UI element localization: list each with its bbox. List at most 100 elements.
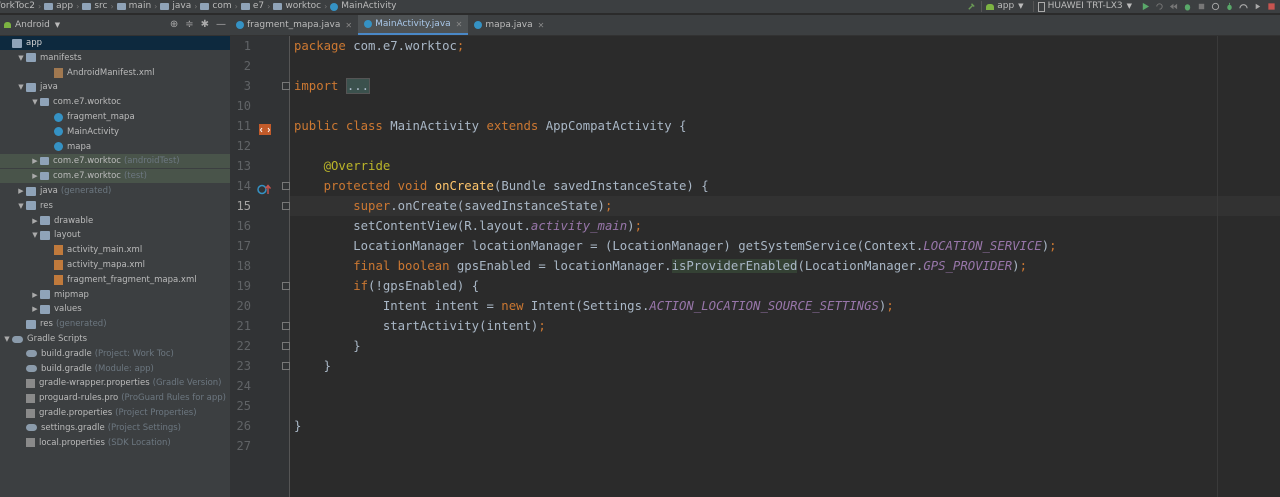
folded-imports[interactable]: ... bbox=[345, 78, 371, 94]
override-method-icon[interactable] bbox=[257, 180, 272, 195]
tree-item[interactable]: ▶ com.e7.worktoc (androidTest) bbox=[0, 154, 230, 169]
gauge-icon[interactable] bbox=[1239, 2, 1248, 11]
tree-item[interactable]: build.gradle (Module: app) bbox=[0, 362, 230, 376]
tree-item[interactable]: ▼ com.e7.worktoc bbox=[0, 95, 230, 109]
tree-item[interactable]: ▼ Gradle Scripts bbox=[0, 332, 230, 346]
attach-debugger-icon[interactable] bbox=[1225, 2, 1234, 11]
tree-item[interactable]: ▶ java (generated) bbox=[0, 184, 230, 198]
expand-arrow-icon[interactable]: ▼ bbox=[2, 335, 12, 343]
collapse-arrow-icon[interactable]: ▶ bbox=[30, 157, 40, 165]
editor-tab[interactable]: mapa.java ✕ bbox=[468, 15, 550, 35]
tree-item[interactable]: mapa bbox=[0, 140, 230, 154]
tree-item[interactable]: activity_main.xml bbox=[0, 243, 230, 257]
debug-icon[interactable] bbox=[1183, 2, 1192, 11]
tree-item[interactable]: app bbox=[0, 36, 230, 50]
profile-icon[interactable] bbox=[1211, 2, 1220, 11]
fold-marker-icon[interactable] bbox=[282, 342, 290, 350]
collapse-all-icon[interactable]: ≑ bbox=[185, 19, 193, 30]
code-line[interactable]: } bbox=[294, 356, 331, 376]
expand-arrow-icon[interactable]: ▼ bbox=[16, 83, 26, 91]
editor-tab[interactable]: fragment_mapa.java ✕ bbox=[230, 15, 358, 35]
run-config-selector[interactable]: app ▼ bbox=[981, 1, 1027, 12]
device-selector[interactable]: HUAWEI TRT-LX3 ▼ bbox=[1032, 1, 1136, 12]
code-line[interactable]: LocationManager locationManager = (Locat… bbox=[294, 236, 1056, 256]
tree-item-hint: (generated) bbox=[55, 319, 107, 330]
tree-item[interactable]: res (generated) bbox=[0, 317, 230, 331]
fold-marker-icon[interactable] bbox=[282, 82, 290, 90]
code-line[interactable]: super.onCreate(savedInstanceState); bbox=[294, 196, 612, 216]
code-line[interactable]: Intent intent = new Intent(Settings.ACTI… bbox=[294, 296, 894, 316]
code-line[interactable]: @Override bbox=[294, 156, 391, 176]
code-line[interactable]: final boolean gpsEnabled = locationManag… bbox=[294, 256, 1027, 276]
tree-item[interactable]: local.properties (SDK Location) bbox=[0, 436, 230, 450]
code-line[interactable]: setContentView(R.layout.activity_main); bbox=[294, 216, 642, 236]
tree-item[interactable]: ▼ res bbox=[0, 199, 230, 213]
tree-item[interactable]: build.gradle (Project: Work Toc) bbox=[0, 347, 230, 361]
breadcrumb-item[interactable]: › MainActivity bbox=[321, 0, 396, 13]
fold-marker-icon[interactable] bbox=[282, 362, 290, 370]
collapse-arrow-icon[interactable]: ▶ bbox=[30, 217, 40, 225]
code-line[interactable]: if(!gpsEnabled) { bbox=[294, 276, 479, 296]
tree-item[interactable]: proguard-rules.pro (ProGuard Rules for ap… bbox=[0, 391, 230, 405]
code-line[interactable]: protected void onCreate(Bundle savedInst… bbox=[294, 176, 709, 196]
breadcrumb-item[interactable]: › worktoc bbox=[264, 0, 321, 13]
breadcrumb-item[interactable]: WorkToc2 bbox=[0, 0, 35, 13]
hide-icon[interactable]: — bbox=[216, 19, 226, 30]
tree-item[interactable]: fragment_mapa bbox=[0, 110, 230, 124]
expand-arrow-icon[interactable]: ▼ bbox=[16, 202, 26, 210]
expand-arrow-icon[interactable]: ▼ bbox=[30, 98, 40, 106]
collapse-arrow-icon[interactable]: ▶ bbox=[30, 291, 40, 299]
code-line[interactable]: } bbox=[294, 416, 301, 436]
collapse-arrow-icon[interactable]: ▶ bbox=[30, 172, 40, 180]
hammer-icon[interactable] bbox=[967, 2, 976, 11]
fold-marker-icon[interactable] bbox=[282, 322, 290, 330]
breadcrumb-item[interactable]: › com bbox=[191, 0, 231, 13]
expand-arrow-icon[interactable]: ▼ bbox=[30, 231, 40, 239]
stop-icon[interactable] bbox=[1267, 2, 1276, 11]
tree-item[interactable]: ▶ drawable bbox=[0, 214, 230, 228]
tree-item[interactable]: ▼ java bbox=[0, 80, 230, 94]
tree-item[interactable]: settings.gradle (Project Settings) bbox=[0, 421, 230, 435]
close-icon[interactable]: ✕ bbox=[456, 20, 463, 29]
code-line[interactable]: import ... bbox=[294, 76, 371, 96]
editor-tab[interactable]: MainActivity.java ✕ bbox=[358, 15, 469, 35]
fold-marker-icon[interactable] bbox=[282, 202, 290, 210]
coverage-icon[interactable] bbox=[1197, 2, 1206, 11]
tree-item[interactable]: ▶ com.e7.worktoc (test) bbox=[0, 169, 230, 184]
collapse-arrow-icon[interactable]: ▶ bbox=[30, 305, 40, 313]
gear-icon[interactable]: ✱ bbox=[201, 19, 209, 30]
tree-item[interactable]: gradle.properties (Project Properties) bbox=[0, 406, 230, 420]
breadcrumb-item[interactable]: › java bbox=[151, 0, 191, 13]
project-view-selector[interactable]: Android ▼ bbox=[0, 20, 60, 30]
fold-marker-icon[interactable] bbox=[282, 182, 290, 190]
resume-program-icon[interactable] bbox=[1253, 2, 1262, 11]
tree-item[interactable]: gradle-wrapper.properties (Gradle Version… bbox=[0, 376, 230, 390]
tree-item[interactable]: MainActivity bbox=[0, 125, 230, 139]
fold-marker-icon[interactable] bbox=[282, 282, 290, 290]
breadcrumb-item[interactable]: › src bbox=[73, 0, 107, 13]
apply-changes-icon[interactable] bbox=[1155, 2, 1164, 11]
close-icon[interactable]: ✕ bbox=[538, 21, 545, 30]
tree-item[interactable]: ▶ mipmap bbox=[0, 288, 230, 302]
tree-item[interactable]: activity_mapa.xml bbox=[0, 258, 230, 272]
tree-item[interactable]: ▼ manifests bbox=[0, 51, 230, 65]
breadcrumb-item[interactable]: › app bbox=[35, 0, 73, 13]
tree-item[interactable]: ▼ layout bbox=[0, 228, 230, 242]
rerun-icon[interactable] bbox=[1169, 2, 1178, 11]
activity-layout-icon[interactable] bbox=[259, 120, 271, 135]
tree-item[interactable]: ▶ values bbox=[0, 302, 230, 316]
expand-arrow-icon[interactable]: ▼ bbox=[16, 54, 26, 62]
breadcrumb-item[interactable]: › e7 bbox=[232, 0, 264, 13]
close-icon[interactable]: ✕ bbox=[345, 21, 352, 30]
tree-item[interactable]: AndroidManifest.xml bbox=[0, 66, 230, 80]
breadcrumb-item[interactable]: › main bbox=[107, 0, 151, 13]
code-editor[interactable]: package com.e7.worktoc; import ... public … bbox=[290, 36, 1280, 497]
scroll-from-source-icon[interactable]: ⊕ bbox=[170, 19, 178, 30]
code-line[interactable]: startActivity(intent); bbox=[294, 316, 546, 336]
code-line[interactable]: public class MainActivity extends AppCom… bbox=[294, 116, 686, 136]
code-line[interactable]: package com.e7.worktoc; bbox=[294, 36, 464, 56]
code-line[interactable]: } bbox=[294, 336, 360, 356]
collapse-arrow-icon[interactable]: ▶ bbox=[16, 187, 26, 195]
run-icon[interactable] bbox=[1141, 2, 1150, 11]
tree-item[interactable]: fragment_fragment_mapa.xml bbox=[0, 273, 230, 287]
